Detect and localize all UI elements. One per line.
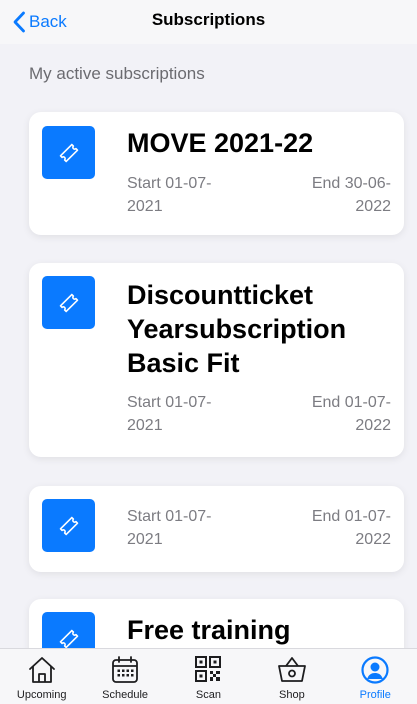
ticket-tile — [42, 499, 95, 552]
page-title: Subscriptions — [151, 10, 266, 29]
tab-label: Schedule — [102, 689, 149, 701]
start-date: Start 01-07- 2021 — [127, 394, 212, 434]
shopping-basket-icon — [277, 657, 306, 682]
ticket-icon — [59, 293, 78, 312]
home-icon — [28, 657, 55, 683]
tab-label: Profile — [359, 689, 391, 701]
tab-shop[interactable]: Shop — [255, 649, 329, 702]
end-date: End 01-07- 2022 — [311, 508, 391, 548]
end-date: End 01-07- 2022 — [311, 394, 391, 434]
subscription-title: Discountticket Yearsubscription Basic Fi… — [127, 280, 347, 378]
qr-code-icon — [195, 656, 222, 682]
tab-label: Shop — [279, 689, 305, 701]
subscription-card[interactable]: Start 01-07- 2021 End 01-07- 2022 — [29, 486, 404, 572]
subscription-title: Free training — [127, 615, 291, 645]
ticket-icon — [59, 143, 78, 162]
start-date: Start 01-07- 2021 — [127, 508, 212, 548]
navigation-bar: Back Subscriptions — [0, 0, 417, 44]
tab-bar: Upcoming Schedule Scan Shop Profile — [0, 648, 417, 704]
profile-icon — [361, 656, 389, 684]
section-title: My active subscriptions — [29, 64, 205, 83]
subscription-title: MOVE 2021-22 — [127, 128, 314, 158]
ticket-icon — [59, 629, 78, 648]
start-date: Start 01-07- 2021 — [127, 175, 212, 215]
tab-profile[interactable]: Profile — [338, 649, 412, 702]
subscription-card[interactable]: MOVE 2021-22 Start 01-07- 2021 End 30-06… — [29, 112, 404, 235]
tab-schedule[interactable]: Schedule — [88, 649, 162, 702]
calendar-icon — [112, 656, 138, 683]
tab-scan[interactable]: Scan — [171, 649, 245, 702]
end-date: End 30-06- 2022 — [311, 175, 391, 215]
tab-label: Upcoming — [16, 689, 67, 701]
tab-label: Scan — [195, 689, 221, 701]
subscription-card[interactable]: Discountticket Yearsubscription Basic Fi… — [29, 263, 404, 457]
ticket-tile — [42, 276, 95, 329]
ticket-icon — [59, 516, 78, 535]
tab-upcoming[interactable]: Upcoming — [5, 649, 79, 702]
ticket-tile — [42, 126, 95, 179]
